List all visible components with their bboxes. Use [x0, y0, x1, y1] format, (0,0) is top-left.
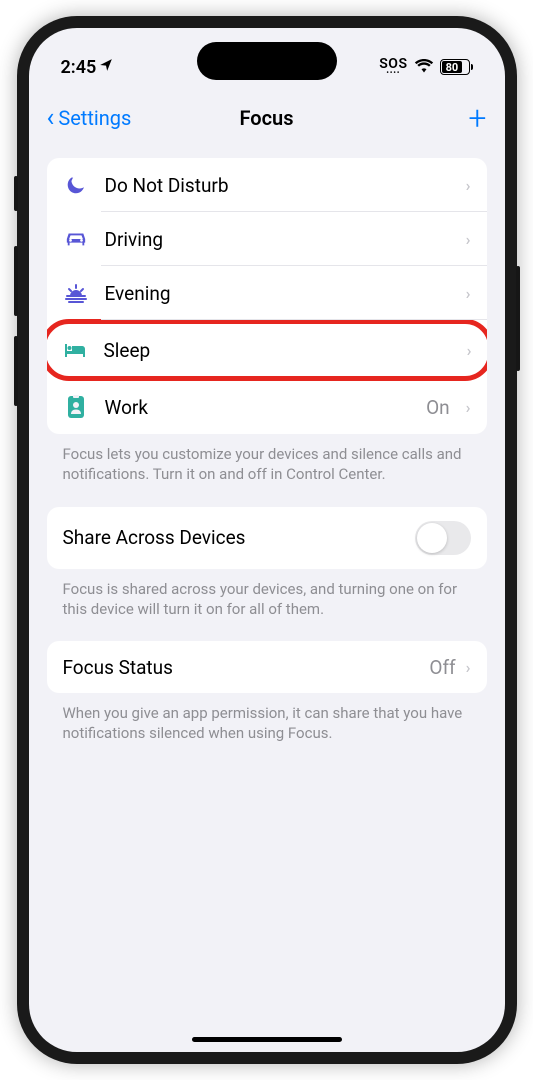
focus-description: Focus lets you customize your devices an… — [47, 434, 487, 507]
wifi-icon — [414, 57, 434, 78]
focus-status-row[interactable]: Focus Status Off › — [47, 641, 487, 693]
focus-mode-value: On — [426, 396, 450, 419]
chevron-right-icon: › — [466, 284, 471, 303]
focus-mode-work[interactable]: Work On › — [47, 380, 487, 434]
focus-mode-evening[interactable]: Evening › — [47, 266, 487, 320]
highlight-annotation: Sleep › — [47, 319, 487, 381]
car-icon — [63, 226, 89, 252]
nav-bar: ‹ Settings Focus + — [29, 88, 505, 148]
bed-icon — [62, 337, 88, 363]
add-button[interactable]: + — [468, 102, 486, 134]
focus-mode-label: Sleep — [104, 339, 451, 362]
focus-status-value: Off — [429, 656, 455, 679]
back-button[interactable]: ‹ Settings — [47, 103, 132, 133]
focus-mode-label: Evening — [105, 282, 450, 305]
sunset-icon — [63, 280, 89, 306]
content: Do Not Disturb › Driving › Evening — [29, 148, 505, 776]
screen: 2:45 SOS •••• 80 — [29, 28, 505, 1052]
location-icon — [99, 58, 113, 76]
chevron-right-icon: › — [466, 230, 471, 249]
share-toggle[interactable] — [415, 521, 471, 555]
focus-mode-label: Do Not Disturb — [105, 174, 450, 197]
back-label: Settings — [58, 106, 131, 130]
volume-up-button — [14, 246, 18, 316]
chevron-right-icon: › — [466, 398, 471, 417]
page-title: Focus — [240, 106, 294, 130]
mute-switch — [14, 176, 18, 211]
share-description: Focus is shared across your devices, and… — [47, 569, 487, 642]
toggle-knob — [417, 523, 447, 553]
chevron-right-icon: › — [466, 176, 471, 195]
badge-icon — [63, 394, 89, 420]
share-across-devices-row[interactable]: Share Across Devices — [47, 507, 487, 569]
focus-mode-driving[interactable]: Driving › — [47, 212, 487, 266]
focus-status-group: Focus Status Off › — [47, 641, 487, 693]
focus-status-label: Focus Status — [63, 656, 420, 679]
status-right: SOS •••• 80 — [379, 57, 472, 78]
phone-frame: 2:45 SOS •••• 80 — [17, 16, 517, 1064]
focus-mode-label: Driving — [105, 228, 450, 251]
moon-icon — [63, 172, 89, 198]
home-indicator[interactable] — [192, 1037, 342, 1042]
share-label: Share Across Devices — [63, 526, 246, 549]
focus-mode-label: Work — [105, 396, 411, 419]
focus-modes-list: Do Not Disturb › Driving › Evening — [47, 158, 487, 434]
chevron-left-icon: ‹ — [47, 103, 55, 133]
volume-down-button — [14, 336, 18, 406]
status-left: 2:45 — [61, 57, 114, 78]
status-time: 2:45 — [61, 57, 97, 78]
battery-icon: 80 — [440, 59, 473, 75]
chevron-right-icon: › — [467, 341, 472, 360]
focus-mode-do-not-disturb[interactable]: Do Not Disturb › — [47, 158, 487, 212]
dynamic-island — [197, 42, 337, 80]
sos-indicator: SOS •••• — [379, 57, 407, 77]
status-description: When you give an app permission, it can … — [47, 693, 487, 766]
focus-mode-sleep[interactable]: Sleep › — [50, 324, 484, 376]
chevron-right-icon: › — [466, 658, 471, 677]
share-group: Share Across Devices — [47, 507, 487, 569]
plus-icon: + — [468, 99, 486, 137]
power-button — [516, 266, 520, 371]
